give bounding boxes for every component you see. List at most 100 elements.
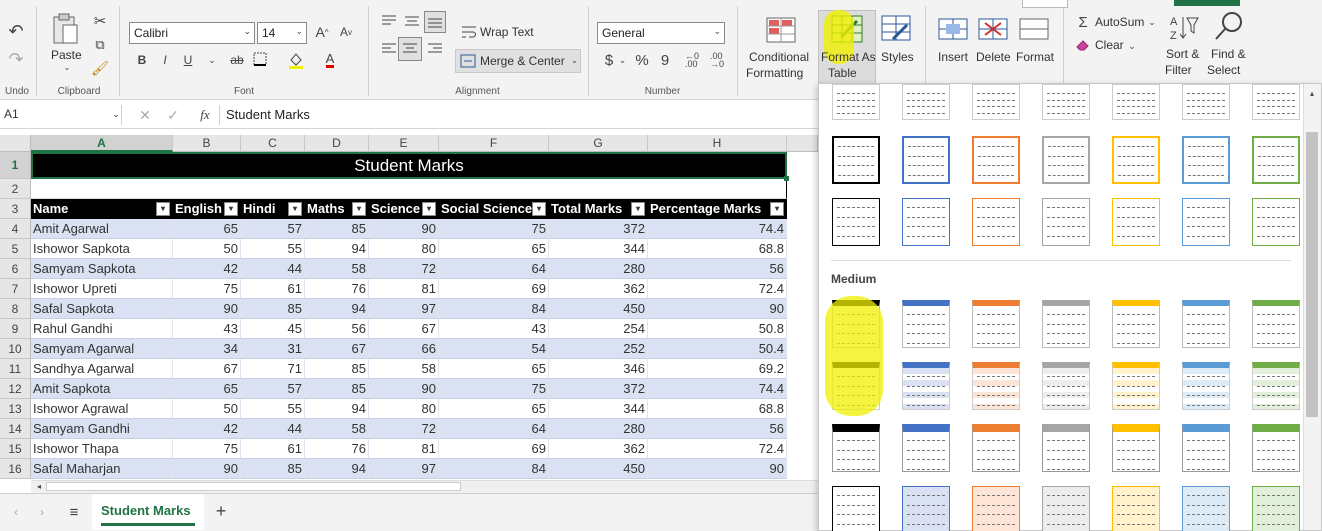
increase-decimal-icon[interactable]: ←0.00 xyxy=(682,52,702,69)
table-header[interactable]: English ▾ xyxy=(173,199,241,219)
table-cell[interactable]: 75 xyxy=(173,439,241,459)
table-style-swatch[interactable] xyxy=(832,136,880,184)
table-cell[interactable]: 72.4 xyxy=(648,439,787,459)
table-style-swatch[interactable] xyxy=(832,84,880,120)
undo-icon[interactable]: ↶ xyxy=(6,20,26,42)
table-cell[interactable]: 44 xyxy=(241,419,305,439)
table-cell[interactable]: 54 xyxy=(439,339,549,359)
table-cell[interactable]: 450 xyxy=(549,459,648,479)
column-header-d[interactable]: D xyxy=(305,135,369,152)
row-header-7[interactable]: 7 xyxy=(0,279,31,299)
table-cell[interactable]: 57 xyxy=(241,219,305,239)
delete-button[interactable]: Delete xyxy=(976,50,1011,64)
font-size-select[interactable]: 14 ⌄ xyxy=(257,22,307,44)
find-select-icon[interactable] xyxy=(1212,10,1246,42)
table-cell[interactable]: 57 xyxy=(241,379,305,399)
table-style-swatch[interactable] xyxy=(1042,198,1090,246)
table-style-swatch[interactable] xyxy=(1042,424,1090,472)
row-header-1[interactable]: 1 xyxy=(0,152,31,179)
table-cell[interactable]: 80 xyxy=(369,239,439,259)
fill-handle[interactable] xyxy=(784,176,789,181)
table-style-swatch[interactable] xyxy=(972,362,1020,410)
table-cell[interactable]: 94 xyxy=(305,299,369,319)
table-cell[interactable]: 65 xyxy=(173,219,241,239)
filter-dropdown-icon[interactable]: ▾ xyxy=(352,202,366,216)
table-cell[interactable]: 85 xyxy=(305,359,369,379)
table-cell[interactable]: 362 xyxy=(549,439,648,459)
cancel-icon[interactable]: ✕ xyxy=(138,106,152,124)
table-cell[interactable]: 346 xyxy=(549,359,648,379)
table-header[interactable]: Maths ▾ xyxy=(305,199,369,219)
table-cell[interactable]: 72 xyxy=(369,259,439,279)
table-cell[interactable]: Sandhya Agarwal xyxy=(31,359,173,379)
table-cell[interactable]: 58 xyxy=(305,259,369,279)
column-header-h[interactable]: H xyxy=(648,135,787,152)
table-cell[interactable]: 85 xyxy=(305,379,369,399)
table-cell[interactable]: 90 xyxy=(369,379,439,399)
table-cell[interactable]: 76 xyxy=(305,439,369,459)
table-style-swatch[interactable] xyxy=(1042,486,1090,531)
top-button-fragment[interactable] xyxy=(1022,0,1068,8)
align-center-icon[interactable] xyxy=(398,37,422,61)
column-header-b[interactable]: B xyxy=(173,135,241,152)
table-style-swatch[interactable] xyxy=(902,300,950,348)
table-style-swatch[interactable] xyxy=(1182,136,1230,184)
name-box[interactable]: A1 xyxy=(0,105,122,125)
clear-button[interactable]: Clear xyxy=(1095,38,1124,52)
table-cell[interactable]: 90 xyxy=(648,459,787,479)
table-cell[interactable]: 71 xyxy=(241,359,305,379)
table-cell[interactable]: 85 xyxy=(241,459,305,479)
table-style-swatch[interactable] xyxy=(1042,84,1090,120)
borders-icon[interactable] xyxy=(252,51,268,67)
table-cell[interactable]: 74.4 xyxy=(648,219,787,239)
next-sheet-icon[interactable]: › xyxy=(36,504,48,520)
table-style-swatch[interactable] xyxy=(972,424,1020,472)
table-cell[interactable]: 94 xyxy=(305,239,369,259)
table-cell[interactable]: 43 xyxy=(173,319,241,339)
table-cell[interactable]: 372 xyxy=(549,379,648,399)
chevron-down-icon[interactable]: ⌄ xyxy=(618,55,627,65)
table-cell[interactable]: 50 xyxy=(173,239,241,259)
table-style-swatch[interactable] xyxy=(1182,362,1230,410)
align-left-icon[interactable] xyxy=(380,42,398,56)
prev-sheet-icon[interactable]: ‹ xyxy=(10,504,22,520)
column-header-a[interactable]: A xyxy=(31,135,173,152)
font-color-icon[interactable]: A xyxy=(322,51,338,69)
table-style-swatch[interactable] xyxy=(972,136,1020,184)
table-style-swatch[interactable] xyxy=(972,300,1020,348)
filter-dropdown-icon[interactable]: ▾ xyxy=(532,202,546,216)
table-cell[interactable]: 252 xyxy=(549,339,648,359)
scroll-left-icon[interactable]: ◂ xyxy=(34,481,44,491)
table-cell[interactable]: 67 xyxy=(369,319,439,339)
column-header-f[interactable]: F xyxy=(439,135,549,152)
table-cell[interactable]: 58 xyxy=(369,359,439,379)
copy-icon[interactable]: ⧉ xyxy=(92,37,108,53)
table-style-swatch[interactable] xyxy=(1112,362,1160,410)
table-style-swatch[interactable] xyxy=(1182,300,1230,348)
table-cell[interactable]: 65 xyxy=(439,399,549,419)
find-select-button[interactable]: Find & xyxy=(1211,47,1246,61)
row-header-15[interactable]: 15 xyxy=(0,439,31,459)
table-header[interactable]: Total Marks ▾ xyxy=(549,199,648,219)
row-header-10[interactable]: 10 xyxy=(0,339,31,359)
table-cell[interactable]: 64 xyxy=(439,419,549,439)
row-header-9[interactable]: 9 xyxy=(0,319,31,339)
table-style-swatch[interactable] xyxy=(1112,84,1160,120)
chevron-down-icon[interactable]: ⌄ xyxy=(570,55,579,65)
font-name-select[interactable]: Calibri ⌄ xyxy=(129,22,255,44)
conditional-formatting-icon[interactable] xyxy=(766,16,796,44)
select-all-corner[interactable] xyxy=(0,135,31,152)
sort-filter-button[interactable]: Sort & xyxy=(1166,47,1199,61)
table-cell[interactable]: 81 xyxy=(369,439,439,459)
bold-button[interactable]: B xyxy=(135,52,149,68)
table-cell[interactable]: 56 xyxy=(648,259,787,279)
blank-row[interactable] xyxy=(31,179,787,199)
cell-styles-icon[interactable] xyxy=(880,14,912,44)
shrink-font-icon[interactable]: Av xyxy=(337,22,355,42)
row-header-11[interactable]: 11 xyxy=(0,359,31,379)
gallery-scrollbar-thumb[interactable] xyxy=(1306,132,1318,417)
table-cell[interactable]: 50.8 xyxy=(648,319,787,339)
table-cell[interactable]: 85 xyxy=(241,299,305,319)
table-cell[interactable]: 85 xyxy=(305,219,369,239)
table-cell[interactable]: 372 xyxy=(549,219,648,239)
